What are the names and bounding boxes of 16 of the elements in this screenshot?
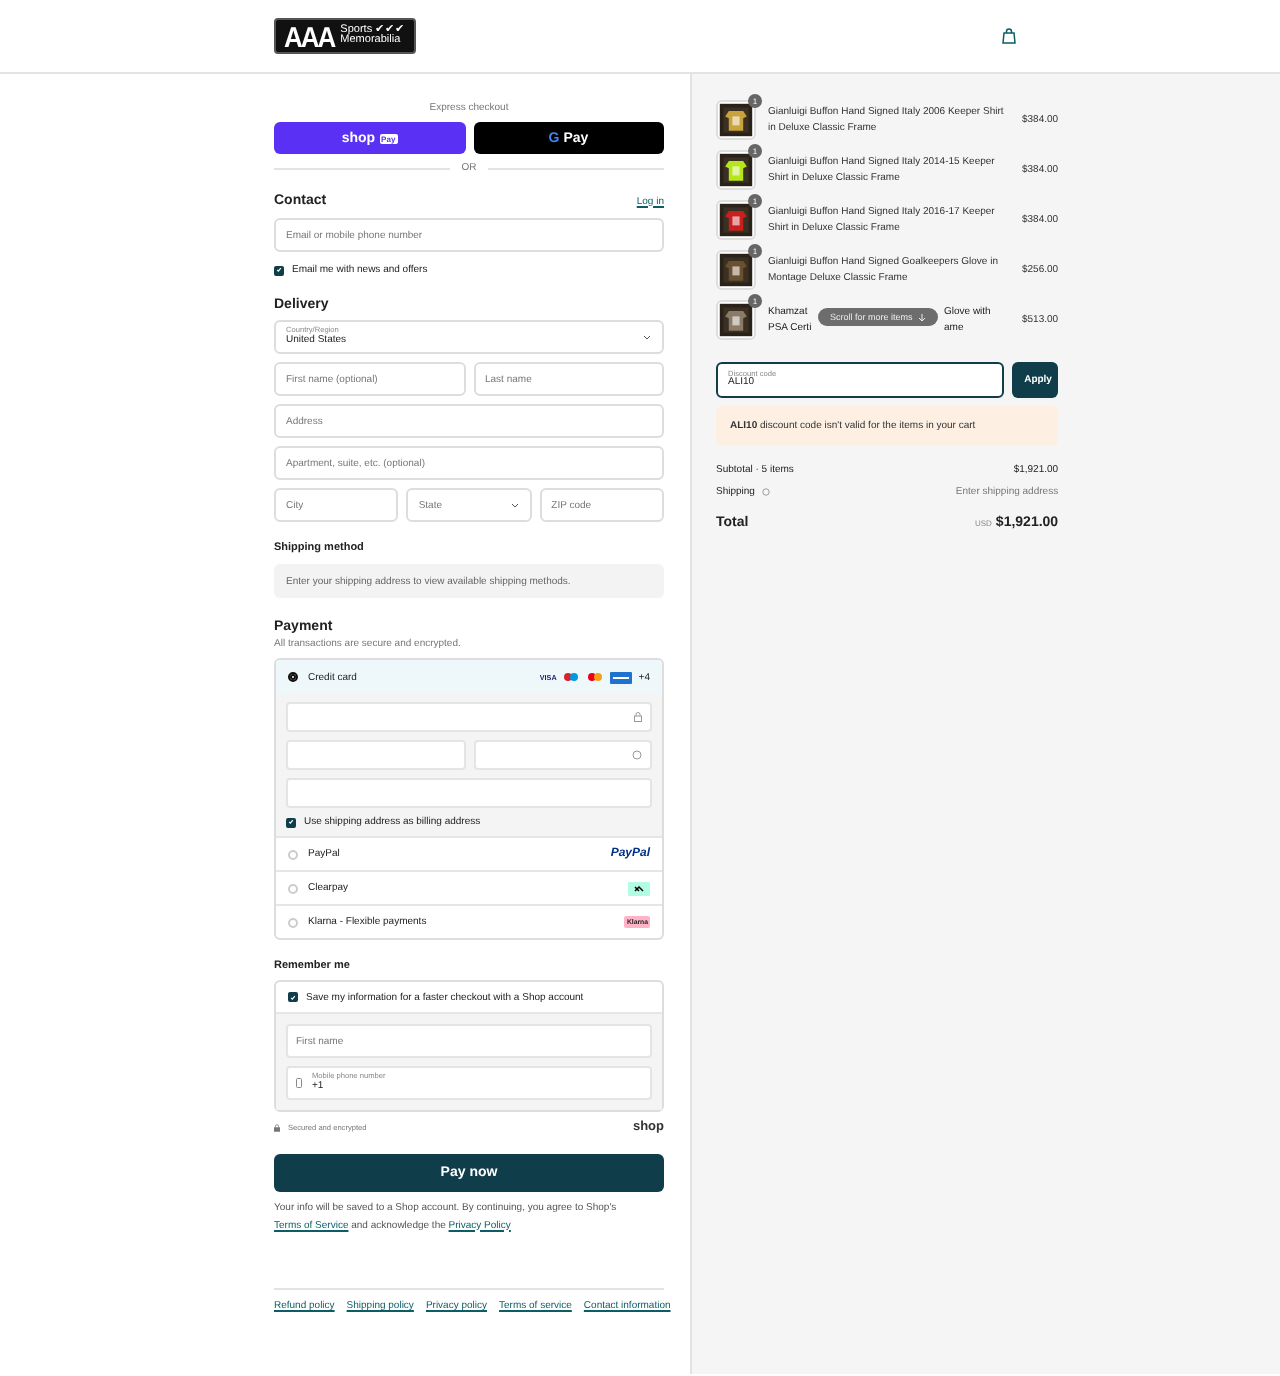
- help-icon: [632, 750, 642, 760]
- lock-icon: [274, 1123, 280, 1131]
- checkbox[interactable]: [286, 817, 296, 827]
- checkbox[interactable]: [288, 992, 298, 1002]
- checkbox[interactable]: [274, 265, 284, 275]
- bag-icon[interactable]: [1002, 28, 1016, 44]
- clearpay-logo-icon: [628, 881, 650, 895]
- card-logo-icon: [610, 671, 633, 683]
- phone-icon: [296, 1078, 302, 1088]
- lock-icon: [634, 712, 642, 722]
- card-number-field[interactable]: [286, 702, 652, 732]
- name-on-card-field[interactable]: [286, 778, 652, 808]
- help-icon[interactable]: [762, 488, 771, 496]
- security-code-field[interactable]: [473, 740, 652, 770]
- expiry-field[interactable]: [286, 740, 465, 770]
- arrow-down-icon: [918, 313, 927, 321]
